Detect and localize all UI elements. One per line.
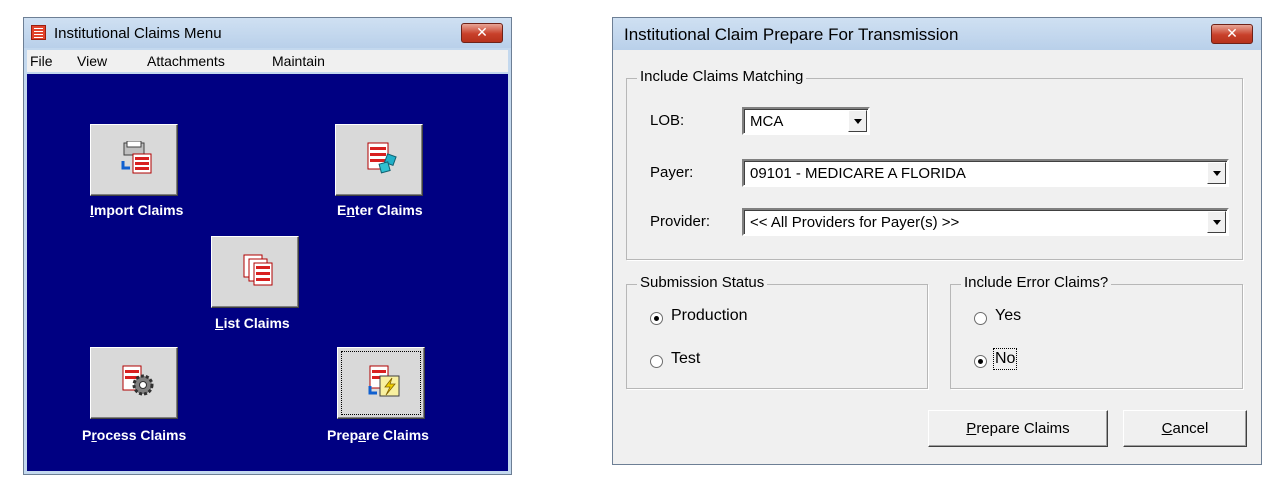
- include-claims-group: Include Claims Matching LOB: MCA Payer: …: [626, 68, 1243, 260]
- title-bar[interactable]: Institutional Claims Menu ✕: [24, 18, 511, 48]
- lob-select[interactable]: MCA: [742, 107, 870, 135]
- window-title: Institutional Claims Menu: [54, 25, 222, 42]
- close-button[interactable]: ✕: [461, 23, 503, 43]
- menu-attachments[interactable]: Attachments: [147, 53, 225, 69]
- test-label[interactable]: Test: [671, 350, 700, 368]
- app-icon: [31, 25, 46, 40]
- prepare-claims-icon: [368, 365, 400, 397]
- process-claims-icon: [122, 365, 154, 396]
- submission-status-group: Submission Status Production Test: [626, 274, 928, 389]
- menu-bar: File View Attachments Maintain: [27, 50, 508, 72]
- include-claims-group-label: Include Claims Matching: [637, 68, 807, 85]
- no-label[interactable]: No: [992, 348, 1018, 370]
- prepare-claims-button[interactable]: [337, 347, 425, 419]
- yes-label[interactable]: Yes: [995, 307, 1021, 325]
- title-bar[interactable]: Institutional Claim Prepare For Transmis…: [613, 18, 1261, 50]
- list-claims-button[interactable]: [211, 236, 299, 308]
- chevron-down-icon[interactable]: [1207, 211, 1226, 233]
- dialog-title: Institutional Claim Prepare For Transmis…: [624, 25, 959, 44]
- production-radio[interactable]: [650, 312, 663, 325]
- prepare-claims-button[interactable]: Prepare Claims: [928, 410, 1108, 447]
- yes-radio[interactable]: [974, 312, 987, 325]
- process-claims-label[interactable]: Process Claims: [82, 427, 186, 443]
- process-claims-button[interactable]: [90, 347, 178, 419]
- prepare-claims-label[interactable]: Prepare Claims: [327, 427, 429, 443]
- provider-select[interactable]: << All Providers for Payer(s) >>: [742, 208, 1229, 236]
- prepare-transmission-dialog: Institutional Claim Prepare For Transmis…: [612, 17, 1262, 465]
- payer-value: 09101 - MEDICARE A FLORIDA: [750, 165, 966, 182]
- provider-label: Provider:: [650, 213, 711, 230]
- test-radio[interactable]: [650, 355, 663, 368]
- enter-claims-label[interactable]: Enter Claims: [337, 202, 423, 218]
- chevron-down-icon[interactable]: [848, 110, 867, 132]
- lob-value: MCA: [750, 113, 784, 130]
- list-claims-label[interactable]: List Claims: [215, 315, 290, 331]
- enter-claims-icon: [367, 142, 397, 174]
- list-claims-icon: [243, 254, 273, 286]
- institutional-claims-menu-window: Institutional Claims Menu ✕ File View At…: [23, 17, 512, 475]
- submission-status-group-label: Submission Status: [637, 274, 768, 291]
- import-claims-label[interactable]: Import Claims: [90, 202, 183, 218]
- menu-maintain[interactable]: Maintain: [272, 53, 325, 69]
- include-error-claims-group: Include Error Claims? Yes No: [950, 274, 1243, 389]
- menu-client-area: Import Claims Enter Claims List Claims P…: [27, 74, 508, 471]
- payer-label: Payer:: [650, 164, 694, 181]
- no-radio[interactable]: [974, 355, 987, 368]
- provider-value: << All Providers for Payer(s) >>: [750, 214, 960, 231]
- menu-view[interactable]: View: [77, 53, 107, 69]
- lob-label: LOB:: [650, 112, 685, 129]
- payer-select[interactable]: 09101 - MEDICARE A FLORIDA: [742, 159, 1229, 187]
- import-claims-button[interactable]: [90, 124, 178, 196]
- chevron-down-icon[interactable]: [1207, 162, 1226, 184]
- enter-claims-button[interactable]: [335, 124, 423, 196]
- include-error-claims-group-label: Include Error Claims?: [961, 274, 1112, 291]
- production-label[interactable]: Production: [671, 307, 748, 325]
- close-button[interactable]: ✕: [1211, 24, 1253, 44]
- cancel-button[interactable]: Cancel: [1123, 410, 1247, 447]
- menu-file[interactable]: File: [30, 53, 53, 69]
- import-claims-icon: [121, 141, 152, 174]
